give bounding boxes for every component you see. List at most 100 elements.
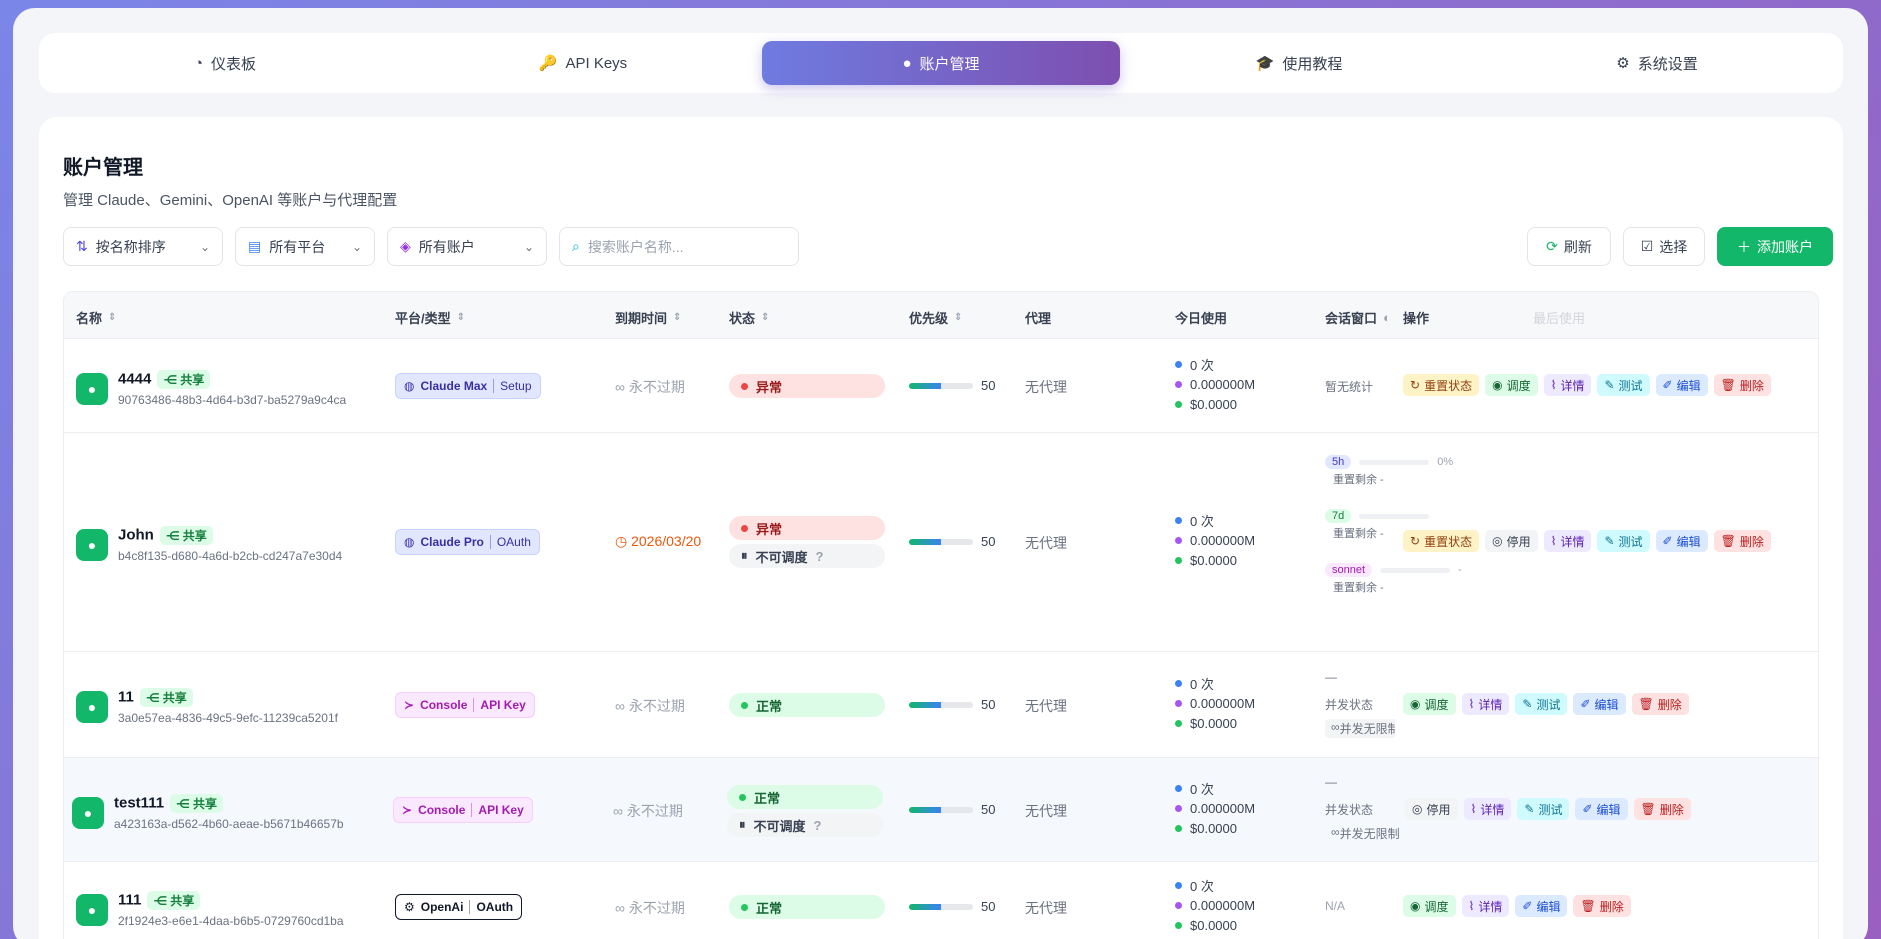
tab-dashboard[interactable]: ◔ 仪表板 bbox=[46, 41, 404, 85]
avatar: ● bbox=[76, 372, 108, 405]
trash-icon: 🗑 bbox=[1720, 378, 1736, 392]
delete-button[interactable]: 🗑 删除 bbox=[1633, 798, 1691, 820]
op-label: 删除 bbox=[1659, 802, 1684, 817]
detail-button[interactable]: ⌇ 详情 bbox=[1543, 530, 1592, 552]
priority-cell: 50 bbox=[909, 898, 995, 916]
op-label: 编辑 bbox=[1676, 378, 1701, 393]
account-id: 2f1924e3-e6e1-4daa-b6b5-0729760cd1ba bbox=[118, 914, 344, 928]
session-cell: N/A bbox=[1325, 899, 1346, 913]
delete-button[interactable]: 🗑 删除 bbox=[1713, 374, 1771, 396]
schedule-button[interactable]: ◉ 调度 bbox=[1403, 693, 1456, 715]
share-label: 共享 bbox=[192, 797, 217, 811]
tab-api-keys[interactable]: 🔑 API Keys bbox=[404, 41, 762, 85]
refresh-button[interactable]: ⟳ 刷新 bbox=[1527, 227, 1611, 266]
sort-icon: ⇕ bbox=[761, 312, 770, 323]
share-badge: ⋲ 共享 bbox=[157, 370, 211, 389]
edit-button[interactable]: ✐ 编辑 bbox=[1655, 374, 1708, 396]
usage-cell: 0 次 0.000000M $0.0000 bbox=[1175, 354, 1255, 414]
sort-select[interactable]: ⇅ 按名称排序 ⌄ bbox=[63, 227, 223, 266]
accounts-card: 账户管理 管理 Claude、Gemini、OpenAI 等账户与代理配置 ⇅ 按… bbox=[39, 117, 1843, 939]
infinity-icon: ∞ bbox=[615, 379, 629, 395]
status-badge: 异常 bbox=[729, 516, 885, 540]
tab-settings[interactable]: ⚙ 系统设置 bbox=[1478, 41, 1836, 85]
header-expire[interactable]: 到期时间 ⇕ bbox=[615, 308, 681, 327]
schedule-button[interactable]: ◉ 调度 bbox=[1403, 895, 1456, 917]
usage-count: 0 次 bbox=[1190, 513, 1214, 529]
window-5h: 5h 0% bbox=[1325, 455, 1505, 469]
reset-status-button[interactable]: ↻ 重置状态 bbox=[1403, 374, 1480, 396]
usage-tokens: 0.000000M bbox=[1190, 800, 1256, 816]
op-label: 调度 bbox=[1424, 697, 1449, 712]
header-label: 状态 bbox=[729, 311, 756, 326]
account-select[interactable]: ◈ 所有账户 ⌄ bbox=[387, 227, 547, 266]
test-button[interactable]: ✎ 测试 bbox=[1597, 374, 1650, 396]
plus-icon: ＋ bbox=[1737, 238, 1751, 255]
session-dash: — bbox=[1325, 670, 1337, 684]
session-windows: 5h 0% 重置剩余 - 7d 重置剩余 - sonnet - 重置剩余 - bbox=[1325, 455, 1505, 595]
header-name[interactable]: 名称 ⇕ bbox=[76, 308, 116, 327]
platform-type: Setup bbox=[500, 379, 532, 393]
account-name: test111 bbox=[114, 794, 165, 812]
header-status[interactable]: 状态 ⇕ bbox=[729, 308, 769, 327]
share-icon: ⋲ bbox=[145, 690, 160, 705]
select-label: 选择 bbox=[1659, 238, 1688, 255]
header-platform[interactable]: 平台/类型 ⇕ bbox=[395, 308, 465, 327]
chart-icon: ⌇ bbox=[1468, 697, 1475, 711]
select-button[interactable]: ☑ 选择 bbox=[1623, 227, 1705, 266]
schedule-button[interactable]: ◉ 调度 bbox=[1485, 374, 1538, 396]
op-label: 删除 bbox=[1739, 534, 1764, 549]
table-header: 名称 ⇕ 平台/类型 ⇕ 到期时间 ⇕ 状态 ⇕ 优先级 ⇕ 代理 今日使用 会话窗口 ◐ … bbox=[64, 292, 1818, 339]
status-label: 正常 bbox=[756, 900, 783, 916]
status-label: 正常 bbox=[754, 790, 781, 806]
detail-button[interactable]: ⌇ 详情 bbox=[1543, 374, 1592, 396]
platform-badge: ◍ Claude Max Setup bbox=[395, 373, 541, 399]
trash-icon: 🗑 bbox=[1640, 802, 1656, 816]
priority-value: 50 bbox=[981, 802, 996, 818]
edit-button[interactable]: ✐ 编辑 bbox=[1655, 530, 1708, 552]
disable-button[interactable]: ◎ 停用 bbox=[1405, 798, 1458, 820]
header-label: 今日使用 bbox=[1175, 311, 1228, 326]
op-label: 详情 bbox=[1478, 899, 1503, 914]
status-label: 不可调度 bbox=[753, 818, 806, 834]
test-button[interactable]: ✎ 测试 bbox=[1515, 693, 1568, 715]
usage-cost: $0.0000 bbox=[1190, 917, 1237, 933]
header-label: 代理 bbox=[1025, 311, 1052, 326]
detail-button[interactable]: ⌇ 详情 bbox=[1461, 693, 1510, 715]
header-priority[interactable]: 优先级 ⇕ bbox=[909, 308, 962, 327]
sort-icon: ⇕ bbox=[954, 312, 963, 323]
help-icon: ? bbox=[813, 817, 822, 833]
window-reset: 重置剩余 - bbox=[1333, 582, 1384, 594]
proxy-cell: 无代理 bbox=[1025, 698, 1067, 714]
test-button[interactable]: ✎ 测试 bbox=[1517, 798, 1570, 820]
disable-button[interactable]: ◎ 停用 bbox=[1485, 530, 1538, 552]
platform-select[interactable]: ▤ 所有平台 ⌄ bbox=[235, 227, 375, 266]
priority-cell: 50 bbox=[909, 801, 995, 819]
refresh-label: 刷新 bbox=[1563, 238, 1592, 255]
edit-button[interactable]: ✐ 编辑 bbox=[1575, 798, 1628, 820]
edit-button[interactable]: ✐ 编辑 bbox=[1515, 895, 1568, 917]
add-account-button[interactable]: ＋ 添加账户 bbox=[1717, 227, 1833, 266]
detail-button[interactable]: ⌇ 详情 bbox=[1461, 895, 1510, 917]
usage-tokens: 0.000000M bbox=[1190, 376, 1256, 392]
usage-count: 0 次 bbox=[1190, 676, 1214, 692]
search-input[interactable]: ⌕ 搜索账户名称... bbox=[559, 227, 799, 266]
tab-accounts[interactable]: ● 账户管理 bbox=[762, 41, 1120, 85]
delete-button[interactable]: 🗑 删除 bbox=[1573, 895, 1631, 917]
op-label: 详情 bbox=[1480, 802, 1505, 817]
app-frame: ◔ 仪表板 🔑 API Keys ● 账户管理 🎓 使用教程 ⚙ 系统设置 账户管理 管理… bbox=[13, 8, 1868, 939]
op-label: 详情 bbox=[1478, 697, 1503, 712]
edit-button[interactable]: ✐ 编辑 bbox=[1573, 693, 1626, 715]
platform-type: API Key bbox=[480, 698, 526, 712]
session-cell: — 并发状态 ∞ 并发无限制 bbox=[1325, 670, 1395, 738]
delete-button[interactable]: 🗑 删除 bbox=[1631, 693, 1689, 715]
tab-tutorial[interactable]: 🎓 使用教程 bbox=[1120, 41, 1478, 85]
platform-type: API Key bbox=[478, 803, 524, 817]
test-button[interactable]: ✎ 测试 bbox=[1597, 530, 1650, 552]
reset-status-button[interactable]: ↻ 重置状态 bbox=[1403, 530, 1480, 552]
delete-button[interactable]: 🗑 删除 bbox=[1713, 530, 1771, 552]
status-cell: 正常 bbox=[729, 895, 885, 919]
infinity-icon: ∞ bbox=[615, 900, 629, 916]
detail-button[interactable]: ⌇ 详情 bbox=[1463, 798, 1512, 820]
infinity-icon: ∞ bbox=[615, 698, 629, 714]
header-label: 最后使用 bbox=[1533, 311, 1586, 326]
